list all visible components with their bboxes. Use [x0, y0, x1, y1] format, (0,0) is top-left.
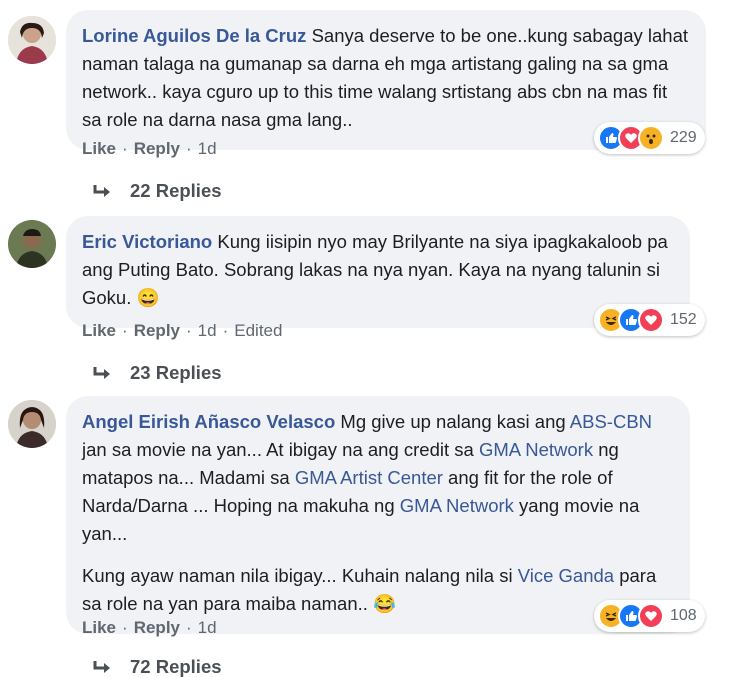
reply-button[interactable]: Reply — [134, 321, 180, 341]
reactions-summary[interactable]: 152 — [594, 304, 705, 336]
page-link-gma-artist-center[interactable]: GMA Artist Center — [295, 467, 443, 488]
comment-author[interactable]: Lorine Aguilos De la Cruz — [82, 25, 306, 46]
comment-author[interactable]: Angel Eirish Añasco Velasco — [82, 411, 335, 432]
reaction-count: 152 — [670, 311, 697, 328]
reply-button[interactable]: Reply — [134, 618, 180, 638]
like-button[interactable]: Like — [82, 618, 116, 638]
like-button[interactable]: Like — [82, 321, 116, 341]
reply-button[interactable]: Reply — [134, 139, 180, 159]
replies-count[interactable]: 72 Replies — [130, 656, 222, 678]
reply-arrow-icon — [93, 661, 110, 673]
love-icon — [638, 307, 664, 333]
avatar[interactable] — [8, 220, 56, 268]
replies-count[interactable]: 22 Replies — [130, 180, 222, 202]
grin-emoji: 😄 — [136, 287, 160, 308]
wow-icon — [638, 125, 664, 151]
avatar[interactable] — [8, 400, 56, 448]
view-replies-link[interactable]: 23 Replies — [92, 362, 222, 384]
comment-text-paragraph: Kung ayaw naman nila ibigay... Kuhain na… — [82, 565, 657, 614]
laughing-emoji: 😂 — [373, 593, 397, 614]
reply-arrow-icon — [93, 185, 110, 197]
comment-bubble: Angel Eirish Añasco Velasco Mg give up n… — [66, 396, 690, 634]
avatar[interactable] — [8, 16, 56, 64]
comment-actions: Like · Reply · 1d — [82, 618, 217, 638]
page-link-gma-network[interactable]: GMA Network — [400, 495, 514, 516]
like-button[interactable]: Like — [82, 139, 116, 159]
timestamp[interactable]: 1d — [198, 321, 217, 341]
page-link-gma-network[interactable]: GMA Network — [479, 439, 593, 460]
page-link-vice-ganda[interactable]: Vice Ganda — [518, 565, 614, 586]
reactions-summary[interactable]: 229 — [594, 122, 705, 154]
replies-count[interactable]: 23 Replies — [130, 362, 222, 384]
comment-actions: Like · Reply · 1d — [82, 139, 217, 159]
love-icon — [638, 603, 664, 629]
reaction-count: 108 — [670, 607, 697, 624]
comment-actions: Like · Reply · 1d · Edited — [82, 321, 283, 341]
view-replies-link[interactable]: 22 Replies — [92, 180, 222, 202]
comment-author[interactable]: Eric Victoriano — [82, 231, 212, 252]
page-link-abs-cbn[interactable]: ABS-CBN — [570, 411, 652, 432]
reply-arrow-icon — [93, 367, 110, 379]
timestamp[interactable]: 1d — [198, 618, 217, 638]
reactions-summary[interactable]: 108 — [594, 600, 705, 632]
timestamp[interactable]: 1d — [198, 139, 217, 159]
view-replies-link[interactable]: 72 Replies — [92, 656, 222, 678]
edited-label[interactable]: Edited — [234, 321, 282, 341]
reaction-count: 229 — [670, 129, 697, 146]
